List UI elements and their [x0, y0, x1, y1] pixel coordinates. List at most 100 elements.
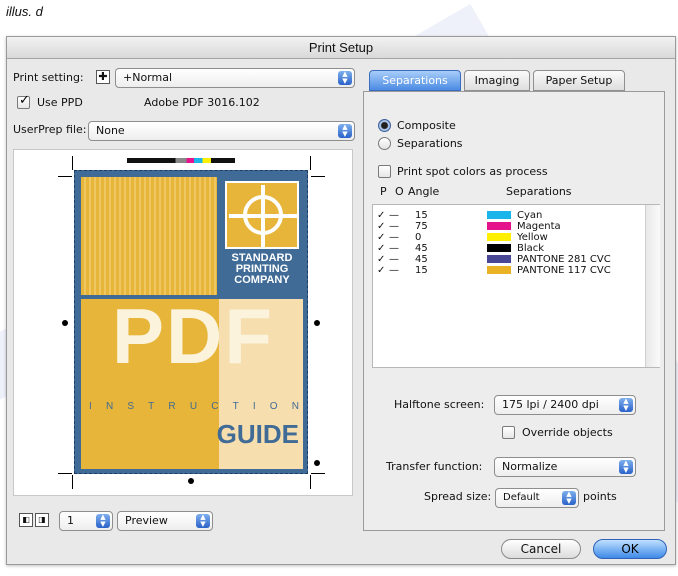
- window-title: Print Setup: [7, 37, 675, 59]
- print-check-icon: ✓: [377, 232, 386, 243]
- separations-radio[interactable]: [378, 137, 391, 150]
- list-item[interactable]: ✓ — 15 PANTONE 117 CVC: [377, 265, 611, 276]
- column-header-separations: Separations: [506, 185, 572, 198]
- list-item[interactable]: ✓ — 75 Magenta: [377, 221, 561, 232]
- output-dash: —: [389, 243, 399, 254]
- instruction-letter: T: [148, 401, 155, 412]
- registration-target: [314, 460, 320, 466]
- next-page-button[interactable]: ◨: [35, 513, 49, 527]
- separation-name: Cyan: [517, 210, 543, 221]
- instruction-letter: N: [291, 401, 299, 412]
- userprep-label: UserPrep file:: [13, 123, 87, 136]
- color-swatch: [487, 233, 511, 241]
- instruction-letter: I: [252, 401, 256, 412]
- add-setting-button[interactable]: ✚: [96, 70, 110, 84]
- tab-imaging[interactable]: Imaging: [464, 70, 530, 91]
- cover-gold-top: [81, 177, 217, 295]
- page-number-popup[interactable]: 1 ▲ ▼: [59, 511, 113, 531]
- angle-value: 75: [415, 221, 428, 232]
- instruction-letter: O: [269, 401, 278, 412]
- transfer-function-popup[interactable]: Normalize ▲ ▼: [494, 457, 636, 477]
- separations-list: ✓ — 15 Cyan ✓ — 75 Magenta ✓ — 0 Yellow: [372, 204, 660, 368]
- list-scrollbar[interactable]: [645, 205, 660, 367]
- print-check-icon: ✓: [377, 243, 386, 254]
- popup-arrows-icon: ▲ ▼: [338, 71, 352, 85]
- override-objects-label: Override objects: [522, 426, 613, 439]
- list-item[interactable]: ✓ — 45 Black: [377, 243, 544, 254]
- crop-mark: [310, 475, 311, 489]
- cover-pdf-text: PDF: [112, 292, 274, 380]
- list-item[interactable]: ✓ — 0 Yellow: [377, 232, 548, 243]
- popup-arrows-icon: ▲ ▼: [619, 460, 633, 474]
- prev-page-button[interactable]: ◧: [19, 513, 33, 527]
- spot-colors-checkbox[interactable]: [378, 165, 391, 178]
- registration-target: [314, 320, 320, 326]
- spread-size-popup[interactable]: Default ▲ ▼: [495, 488, 579, 508]
- userprep-value: None: [96, 124, 125, 137]
- instruction-letter: R: [168, 401, 176, 412]
- crop-mark: [72, 475, 73, 489]
- tab-bar: Separations Imaging Paper Setup: [369, 70, 665, 92]
- cover-page: STANDARD PRINTING COMPANY PDF I N S T R …: [74, 170, 308, 474]
- separation-name: Magenta: [517, 221, 561, 232]
- print-setting-popup[interactable]: +Normal ▲ ▼: [115, 68, 355, 88]
- tab-separations[interactable]: Separations: [369, 70, 461, 91]
- color-swatch: [487, 211, 511, 219]
- logo-line-3: COMPANY: [234, 274, 290, 286]
- output-dash: —: [389, 221, 399, 232]
- cover-instruction-text: I N S T R U C T I O N: [89, 401, 299, 412]
- list-item[interactable]: ✓ — 15 Cyan: [377, 210, 542, 221]
- crop-mark: [310, 156, 311, 170]
- transfer-function-value: Normalize: [502, 460, 558, 473]
- instruction-letter: I: [89, 401, 92, 412]
- popup-arrows-icon: ▲ ▼: [196, 514, 210, 528]
- composite-label: Composite: [397, 119, 456, 132]
- userprep-popup[interactable]: None ▲ ▼: [88, 121, 355, 141]
- page-left-icon: ◧: [22, 515, 30, 524]
- instruction-letter: N: [105, 401, 114, 412]
- spread-size-value: Default: [503, 492, 540, 503]
- print-check-icon: ✓: [377, 221, 386, 232]
- crop-mark: [58, 176, 72, 177]
- popup-arrows-icon: ▲ ▼: [338, 124, 352, 138]
- registration-target: [188, 478, 194, 484]
- override-objects-checkbox[interactable]: [502, 426, 515, 439]
- plus-icon: ✚: [98, 70, 108, 83]
- crop-mark: [58, 473, 72, 474]
- composite-radio[interactable]: [378, 119, 391, 132]
- transfer-function-label: Transfer function:: [386, 460, 483, 473]
- registration-target: [62, 320, 68, 326]
- popup-arrows-icon: ▲ ▼: [619, 398, 633, 412]
- cover-guide-text: GUIDE: [216, 419, 299, 449]
- print-check-icon: ✓: [377, 210, 386, 221]
- ok-button[interactable]: OK: [593, 539, 667, 559]
- angle-value: 45: [415, 243, 428, 254]
- angle-value: 0: [415, 232, 422, 243]
- separation-name: PANTONE 117 CVC: [517, 265, 611, 276]
- output-dash: —: [389, 265, 399, 276]
- halftone-popup[interactable]: 175 lpi / 2400 dpi ▲ ▼: [494, 395, 636, 415]
- use-ppd-checkbox[interactable]: [17, 93, 30, 109]
- color-swatch: [487, 222, 511, 230]
- separations-panel: Composite Separations Print spot colors …: [363, 91, 665, 531]
- view-mode-popup[interactable]: Preview ▲ ▼: [117, 511, 213, 531]
- ppd-value: Adobe PDF 3016.102: [144, 96, 260, 109]
- angle-value: 15: [415, 210, 428, 221]
- cancel-button[interactable]: Cancel: [501, 539, 581, 559]
- illustration-caption: illus. d: [6, 4, 43, 19]
- angle-value: 45: [415, 254, 428, 265]
- tab-paper-setup[interactable]: Paper Setup: [533, 70, 625, 91]
- color-swatch: [487, 244, 511, 252]
- view-mode-value: Preview: [125, 514, 168, 527]
- spot-colors-label: Print spot colors as process: [397, 165, 548, 178]
- print-check-icon: ✓: [377, 265, 386, 276]
- list-item[interactable]: ✓ — 45 PANTONE 281 CVC: [377, 254, 611, 265]
- spread-size-unit: points: [583, 490, 617, 503]
- color-swatch: [487, 266, 511, 274]
- halftone-value: 175 lpi / 2400 dpi: [502, 398, 599, 411]
- instruction-letter: U: [189, 401, 198, 412]
- print-setting-label: Print setting:: [13, 71, 84, 84]
- crop-mark: [311, 176, 325, 177]
- logo-crosshair-v: [261, 185, 265, 249]
- output-dash: —: [389, 254, 399, 265]
